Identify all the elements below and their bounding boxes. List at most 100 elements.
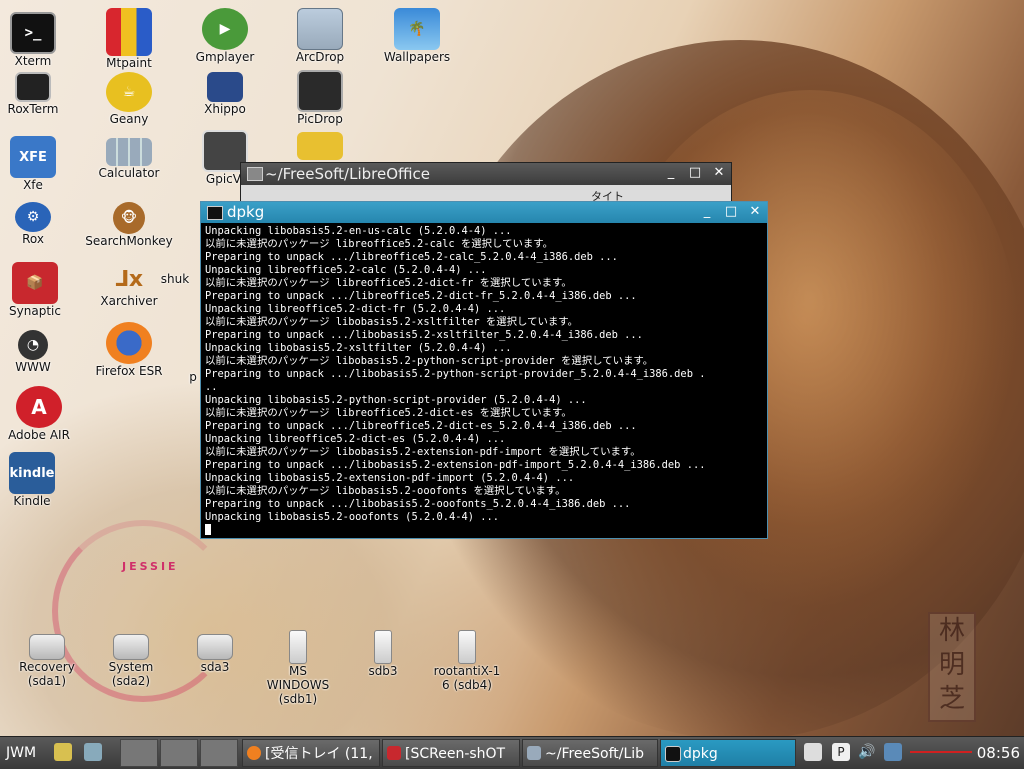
- drive-icon-sdb3[interactable]: sdb3: [338, 630, 428, 678]
- task-screenshot[interactable]: [SCReen-shOT: [382, 739, 520, 767]
- terminal-line: 以前に未選択のパッケージ libobasis5.2-extension-pdf-…: [205, 446, 641, 458]
- desktop-icon-mtpaint[interactable]: Mtpaint: [84, 8, 174, 70]
- globe-icon: ◔: [18, 330, 48, 360]
- show-desktop-icon[interactable]: [84, 743, 102, 761]
- terminal-icon: >_: [10, 12, 56, 54]
- maximize-button[interactable]: □: [687, 164, 703, 182]
- terminal-output[interactable]: Unpacking libobasis5.2-en-us-calc (5.2.0…: [201, 223, 767, 537]
- task-label: [受信トレイ (11,: [265, 746, 373, 762]
- desktop-icon-firefox-esr[interactable]: Firefox ESR: [84, 322, 174, 378]
- maximize-button[interactable]: □: [723, 203, 739, 221]
- task-label: dpkg: [683, 746, 718, 762]
- terminal-line: Preparing to unpack .../libobasis5.2-ooo…: [205, 498, 631, 510]
- terminal-line: Preparing to unpack .../libreoffice5.2-d…: [205, 420, 637, 432]
- desktop-icon-gmplayer[interactable]: ▶ Gmplayer: [180, 8, 270, 64]
- task-label: ~/FreeSoft/Lib: [545, 746, 645, 762]
- task-dpkg[interactable]: dpkg: [660, 739, 796, 767]
- terminal-line: 以前に未選択のパッケージ libobasis5.2-xsltfilter を選択…: [205, 316, 579, 328]
- play-icon: ▶: [202, 8, 248, 50]
- minimize-button[interactable]: _: [699, 203, 715, 221]
- terminal-line: 以前に未選択のパッケージ libreoffice5.2-dict-fr を選択し…: [205, 277, 572, 289]
- terminal-cursor: [205, 524, 211, 535]
- usb-drive-icon: [458, 630, 476, 664]
- clock[interactable]: 08:56: [977, 739, 1020, 767]
- package-icon: 📦: [12, 262, 58, 304]
- desktop-icon-adobe-air[interactable]: A Adobe AIR: [0, 386, 84, 442]
- parking-icon[interactable]: P: [832, 743, 850, 761]
- drawer-icon: [297, 8, 343, 50]
- close-button[interactable]: ✕: [747, 203, 763, 221]
- terminal-line: 以前に未選択のパッケージ libreoffice5.2-dict-es を選択し…: [205, 407, 572, 419]
- close-button[interactable]: ✕: [711, 164, 727, 182]
- pager-desktop-2[interactable]: [160, 739, 198, 767]
- drive-icon-recovery[interactable]: Recovery (sda1): [2, 634, 92, 688]
- kindle-icon: kindle: [9, 452, 55, 494]
- terminal-line: Preparing to unpack .../libreoffice5.2-c…: [205, 251, 618, 263]
- wallpaper-icon: 🌴: [394, 8, 440, 50]
- archive-icon: ⅃x: [114, 266, 144, 292]
- hippo-icon: [207, 72, 243, 102]
- pager-desktop-3[interactable]: [200, 739, 238, 767]
- minimize-button[interactable]: _: [663, 164, 679, 182]
- terminal-line: Unpacking libreoffice5.2-dict-fr (5.2.0.…: [205, 303, 506, 315]
- screenshot-icon: [387, 746, 401, 760]
- drive-icon-rootantix[interactable]: rootantiX-1 6 (sdb4): [422, 630, 512, 692]
- folder-icon: [247, 167, 263, 181]
- usb-drive-icon: [374, 630, 392, 664]
- calculator-icon: [106, 138, 152, 166]
- window-terminal-dpkg[interactable]: dpkg _ □ ✕ Unpacking libobasis5.2-en-us-…: [200, 201, 768, 539]
- task-firefox[interactable]: [受信トレイ (11,: [242, 739, 380, 767]
- drive-icon-system[interactable]: System (sda2): [86, 634, 176, 688]
- desktop-icon-wallpapers[interactable]: 🌴 Wallpapers: [372, 8, 462, 64]
- titlebar-dpkg[interactable]: dpkg _ □ ✕: [201, 202, 767, 223]
- keyboard-icon[interactable]: [804, 743, 822, 761]
- network-icon[interactable]: [884, 743, 902, 761]
- terminal-icon: [665, 746, 681, 762]
- terminal-line: 以前に未選択のパッケージ libreoffice5.2-calc を選択していま…: [205, 238, 554, 250]
- volume-icon[interactable]: 🔊: [858, 743, 876, 761]
- desktop-icon-xterm[interactable]: >_ Xterm: [0, 12, 78, 68]
- xfe-icon: XFE: [10, 136, 56, 178]
- desktop-icon-searchmonkey[interactable]: 🐵 SearchMonkey: [84, 202, 174, 248]
- desktop-icon-www[interactable]: ◔ WWW: [0, 330, 78, 374]
- window-title: dpkg: [227, 203, 265, 221]
- drive-icon-ms-windows[interactable]: MS WINDOWS (sdb1): [253, 630, 343, 706]
- desktop-icon-xhippo[interactable]: Xhippo: [180, 72, 270, 116]
- desktop-icon-rox[interactable]: ⚙ Rox: [0, 202, 78, 246]
- bag-icon: [297, 132, 343, 160]
- terminal-icon: [207, 206, 223, 220]
- taskbar: JWM [受信トレイ (11, [SCReen-shOT ~/FreeSoft/…: [0, 736, 1024, 769]
- usb-drive-icon: [289, 630, 307, 664]
- desktop-icon-xarchiver[interactable]: ⅃x Xarchiver: [84, 264, 174, 309]
- hard-drive-icon: [29, 634, 65, 660]
- desktop-icon-synaptic[interactable]: 📦 Synaptic: [0, 262, 80, 318]
- terminal-line: Unpacking libobasis5.2-en-us-calc (5.2.0…: [205, 225, 512, 237]
- terminal-line: Preparing to unpack .../libreoffice5.2-d…: [205, 290, 637, 302]
- terminal-line: Preparing to unpack .../libobasis5.2-xsl…: [205, 329, 643, 341]
- start-menu-button[interactable]: JWM: [6, 739, 36, 767]
- terminal-line: Unpacking libobasis5.2-xsltfilter (5.2.0…: [205, 342, 512, 354]
- titlebar-libreoffice[interactable]: ~/FreeSoft/LibreOffice _ □ ✕: [241, 163, 731, 185]
- terminal-line: 以前に未選択のパッケージ libobasis5.2-python-script-…: [205, 355, 654, 367]
- pager-desktop-1[interactable]: [120, 739, 158, 767]
- desktop-icon-calculator[interactable]: Calculator: [84, 138, 174, 180]
- hard-drive-icon: [113, 634, 149, 660]
- monitor-icon: [15, 72, 51, 102]
- desktop-icon-roxterm[interactable]: RoxTerm: [0, 72, 78, 116]
- desktop-icon-arcdrop[interactable]: ArcDrop: [275, 8, 365, 64]
- desktop-icon-geany[interactable]: ☕ Geany: [84, 72, 174, 126]
- firefox-icon: [106, 322, 152, 364]
- desktop-icon-picdrop[interactable]: PicDrop: [275, 70, 365, 126]
- drive-icon-sda3[interactable]: sda3: [170, 634, 260, 674]
- window-title: ~/FreeSoft/LibreOffice: [265, 165, 430, 183]
- terminal-line: ..: [205, 381, 218, 393]
- desktop-icon-kindle[interactable]: kindle Kindle: [0, 452, 77, 508]
- terminal-line: Preparing to unpack .../libobasis5.2-ext…: [205, 459, 706, 471]
- launcher-icon[interactable]: [54, 743, 72, 761]
- desktop-icon-bag[interactable]: [275, 132, 365, 160]
- task-freesoft-folder[interactable]: ~/FreeSoft/Lib: [522, 739, 658, 767]
- desktop-icon-xfe[interactable]: XFE Xfe: [0, 136, 78, 192]
- terminal-line: Unpacking libobasis5.2-ooofonts (5.2.0.4…: [205, 511, 500, 523]
- terminal-line: Unpacking libreoffice5.2-calc (5.2.0.4-4…: [205, 264, 487, 276]
- desktop-icon-shuk[interactable]: shuk: [150, 272, 200, 286]
